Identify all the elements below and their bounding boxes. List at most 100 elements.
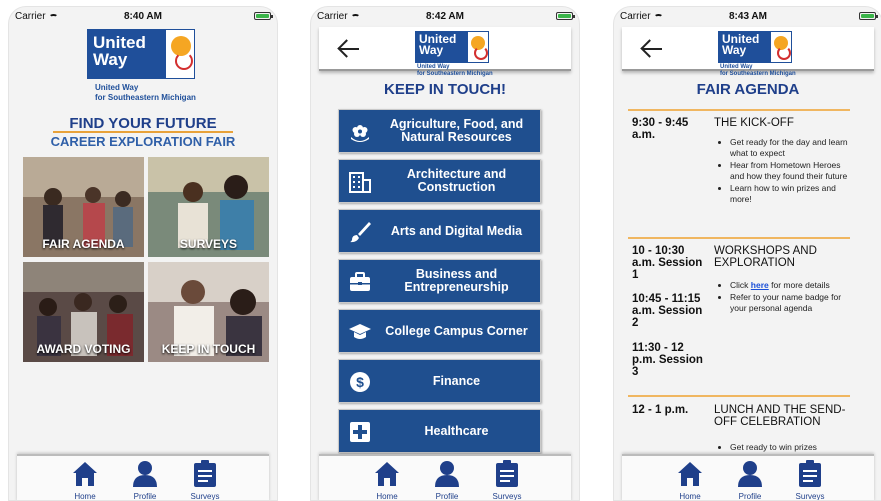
svg-text:$: $ [356, 374, 364, 390]
tab-profile[interactable]: Profile [427, 460, 467, 500]
logo-sub2: for Southeastern Michigan [417, 71, 493, 77]
tile-keep-in-touch[interactable]: KEEP IN TOUCH [148, 262, 269, 362]
profile-icon [435, 461, 459, 487]
button-label: Business and Entrepreneurship [404, 267, 509, 294]
home-icon [73, 462, 97, 486]
agenda-bullets: Get ready to win prizes [718, 442, 853, 454]
nav-header: United Way United Way for Southeastern M… [622, 27, 874, 77]
agenda-bullets: Click here for more details Refer to you… [718, 280, 853, 315]
tab-profile[interactable]: Profile [730, 460, 770, 500]
clock: 8:40 AM [124, 11, 162, 22]
status-bar: Carrier 8:43 AM [614, 7, 881, 27]
back-arrow-icon[interactable] [642, 40, 662, 58]
career-button-college[interactable]: College Campus Corner [338, 309, 541, 353]
tile-fair-agenda[interactable]: FAIR AGENDA [23, 157, 144, 257]
tile-surveys[interactable]: SURVEYS [148, 157, 269, 257]
back-arrow-icon[interactable] [339, 40, 359, 58]
phone-screen-keep-in-touch: Carrier 8:42 AM United Way United Way fo… [310, 6, 580, 501]
tab-profile[interactable]: Profile [125, 460, 165, 500]
clipboard-icon [496, 460, 518, 487]
tab-surveys[interactable]: Surveys [487, 460, 527, 500]
title-divider [53, 131, 233, 133]
agenda-time: 11:30 - 12 p.m. Session 3 [632, 342, 703, 378]
profile-icon [738, 461, 762, 487]
graduation-cap-icon [349, 324, 371, 339]
tab-surveys[interactable]: Surveys [790, 460, 830, 500]
battery-icon [556, 12, 575, 20]
bullet-text: for more details [768, 280, 830, 290]
tab-label: Surveys [795, 492, 825, 501]
career-button-healthcare[interactable]: Healthcare [338, 409, 541, 453]
page-title: FAIR AGENDA [696, 81, 800, 98]
dollar-icon: $ [350, 372, 370, 392]
tab-home[interactable]: Home [670, 460, 710, 500]
logo-subtitle: United Way for Southeastern Michigan [417, 64, 493, 78]
brush-icon [350, 222, 371, 243]
profile-icon [133, 461, 157, 487]
tab-bar: Home Profile Surveys [319, 454, 571, 500]
battery-icon [859, 12, 878, 20]
tab-label: Home [74, 492, 96, 501]
logo-sub1: United Way [417, 64, 450, 70]
tab-label: Home [679, 492, 701, 501]
clipboard-icon [194, 460, 216, 487]
button-label: College Campus Corner [385, 323, 528, 338]
button-label: Agriculture, Food, and Natural Resources [389, 117, 524, 144]
logo-sub1: United Way [720, 64, 753, 70]
tab-home[interactable]: Home [65, 460, 105, 500]
career-button-arts[interactable]: Arts and Digital Media [338, 209, 541, 253]
clock: 8:42 AM [426, 11, 464, 22]
page-title: KEEP IN TOUCH! [384, 81, 506, 98]
logo-sub1: United Way [95, 83, 139, 92]
details-link[interactable]: here [751, 280, 769, 290]
tab-label: Profile [738, 492, 762, 501]
button-label: Architecture and Construction [406, 167, 507, 194]
tab-home[interactable]: Home [367, 460, 407, 500]
phone-screen-home: Carrier 8:40 AM United Way United Way fo… [8, 6, 278, 501]
clipboard-icon [799, 460, 821, 487]
agenda-event: LUNCH AND THE SEND-OFF CELEBRATION [714, 404, 846, 428]
flower-icon [351, 125, 369, 142]
tab-label: Profile [133, 492, 157, 501]
logo-line2: Way [722, 43, 747, 57]
agenda-time: 12 - 1 p.m. [632, 404, 689, 416]
agenda-divider [628, 109, 850, 111]
agenda-divider [628, 395, 850, 397]
home-icon [678, 462, 702, 486]
agenda-bullet: Learn how to win prizes and more! [730, 183, 853, 205]
agenda-event: THE KICK-OFF [714, 117, 794, 129]
logo-sub2: for Southeastern Michigan [95, 93, 196, 102]
agenda-bullet: Get ready for the day and learn what to … [730, 137, 853, 159]
status-bar: Carrier 8:42 AM [311, 7, 579, 27]
tile-award-voting[interactable]: AWARD VOTING [23, 262, 144, 362]
logo-line2: Way [93, 50, 128, 69]
united-way-emblem-icon [467, 31, 489, 63]
tile-label: KEEP IN TOUCH [161, 342, 256, 356]
medical-cross-icon [350, 422, 370, 442]
clock: 8:43 AM [729, 11, 767, 22]
agenda-divider [628, 237, 850, 239]
tile-label: FAIR AGENDA [42, 237, 125, 251]
united-way-logo: United Way [718, 31, 792, 63]
tile-label: SURVEYS [179, 237, 238, 251]
button-label: Finance [432, 373, 481, 388]
career-button-finance[interactable]: $ Finance [338, 359, 541, 403]
career-button-business[interactable]: Business and Entrepreneurship [338, 259, 541, 303]
nav-header: United Way United Way for Southeastern M… [319, 27, 571, 77]
home-icon [375, 462, 399, 486]
tab-surveys[interactable]: Surveys [185, 460, 225, 500]
logo-subtitle: United Way for Southeastern Michigan [720, 64, 796, 78]
agenda-time: 10 - 10:30 a.m. Session 1 [632, 245, 703, 281]
agenda-bullet: Hear from Hometown Heroes and how they f… [730, 160, 853, 182]
bullet-text: Click [730, 280, 751, 290]
career-button-architecture[interactable]: Architecture and Construction [338, 159, 541, 203]
agenda-bullet: Refer to your name badge for your person… [730, 292, 853, 314]
page-subtitle: CAREER EXPLORATION FAIR [50, 134, 236, 149]
united-way-emblem-icon [165, 29, 195, 79]
tab-bar: Home Profile Surveys [622, 454, 874, 500]
agenda-event: WORKSHOPS AND EXPLORATION [714, 245, 817, 269]
tile-label: AWARD VOTING [36, 342, 131, 356]
tab-label: Profile [435, 492, 459, 501]
career-button-agriculture[interactable]: Agriculture, Food, and Natural Resources [338, 109, 541, 153]
agenda-bullet: Click here for more details [730, 280, 853, 291]
